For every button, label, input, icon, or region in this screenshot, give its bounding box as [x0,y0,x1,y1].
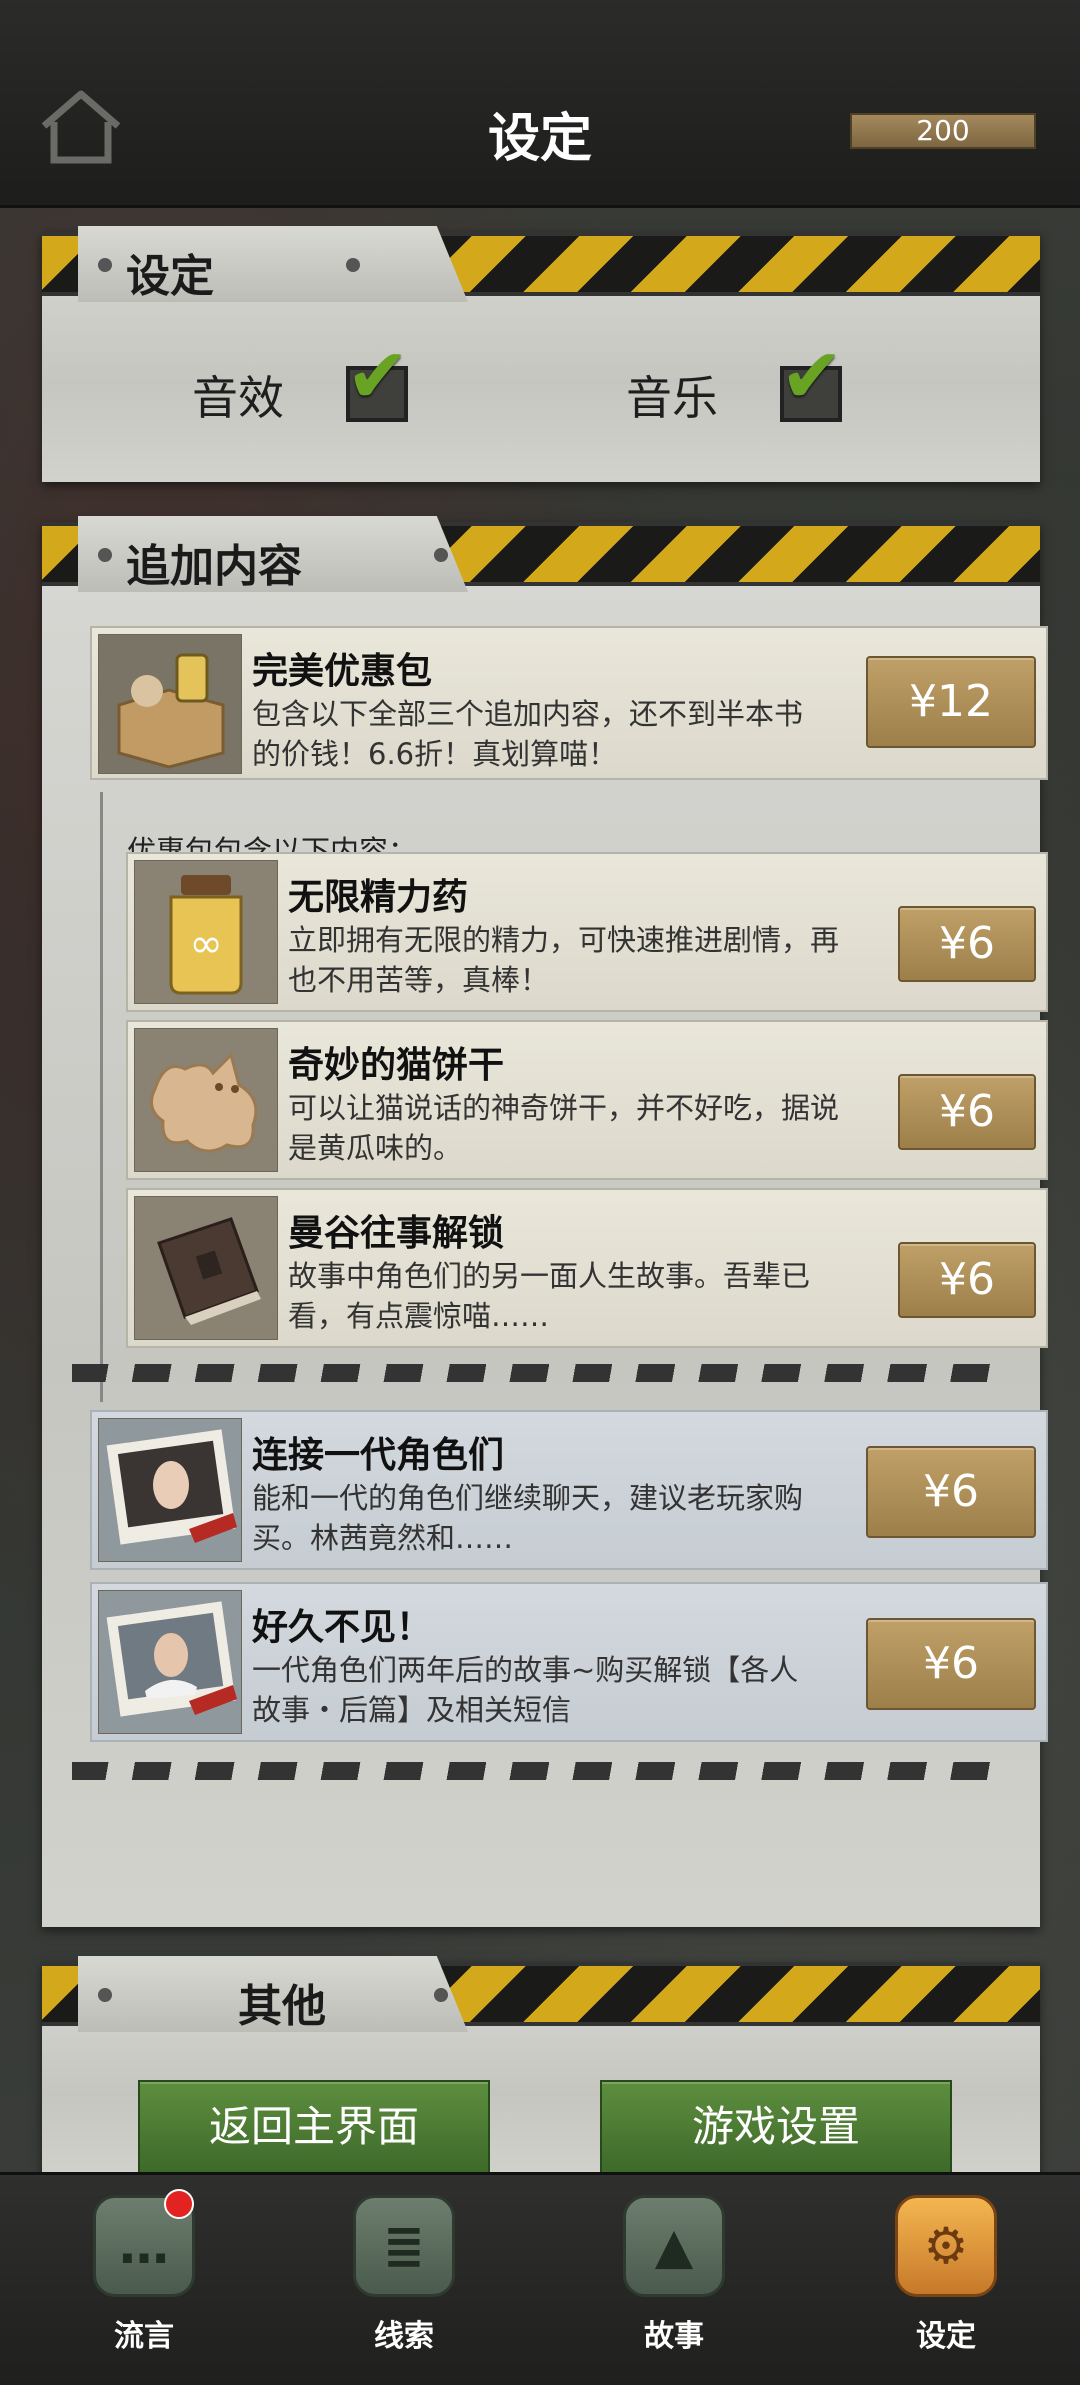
list-item[interactable]: 连接一代角色们 能和一代的角色们继续聊天，建议老玩家购买。林茜竟然和…… ¥6 [90,1410,1048,1570]
top-bar: 设定 200 [0,0,1080,208]
nav-item-rumors[interactable]: … 流言 [84,2189,204,2355]
panel-title: 设定 [126,251,214,302]
bundle-title: 完美优惠包 [252,651,433,692]
addons-panel: 追加内容 完美优惠包 包含以下全部三个追加内容，还不到半本书的价钱！6.6折！真… [42,516,1048,1927]
bundle-price-button[interactable]: ¥12 [866,656,1036,748]
photo-man-icon [98,1590,242,1734]
checkmark-icon: ✔ [346,331,410,420]
item-price-button[interactable]: ¥6 [866,1618,1036,1710]
list-item[interactable]: 奇妙的猫饼干 可以让猫说话的神奇饼干，并不好吃，据说是黄瓜味的。 ¥6 [126,1020,1048,1180]
item-price-button[interactable]: ¥6 [866,1446,1036,1538]
game-settings-button[interactable]: 游戏设置 [600,2080,952,2174]
nav-label: 线索 [374,2319,434,2354]
bundle-item[interactable]: 完美优惠包 包含以下全部三个追加内容，还不到半本书的价钱！6.6折！真划算喵！ … [90,626,1048,780]
svg-text:∞: ∞ [189,921,222,967]
bottom-nav: … 流言 ≣ 线索 ▲ 故事 ⚙ 设定 [0,2172,1080,2385]
item-description: 故事中角色们的另一面人生故事。吾辈已看，有点震惊喵…… [288,1259,811,1333]
notification-badge [164,2189,194,2219]
coin-counter: 200 [850,113,1036,149]
item-title: 好久不见！ [252,1607,433,1648]
tower-icon: ▲ [623,2195,725,2297]
rivet-icon [98,1988,112,2002]
music-checkbox[interactable]: ✔ [780,338,844,422]
rivet-icon [98,548,112,562]
item-price-button[interactable]: ¥6 [898,1242,1036,1318]
divider [72,1364,1010,1382]
item-description: 能和一代的角色们继续聊天，建议老玩家购买。林茜竟然和…… [252,1481,804,1555]
checkmark-icon: ✔ [780,331,844,420]
rivet-icon [434,1988,448,2002]
list-item[interactable]: ∞ 无限精力药 立即拥有无限的精力，可快速推进剧情，再也不用苦等，真棒！ ¥6 [126,852,1048,1012]
item-price-button[interactable]: ¥6 [898,1074,1036,1150]
nav-item-story[interactable]: ▲ 故事 [614,2195,734,2355]
list-item[interactable]: 好久不见！ 一代角色们两年后的故事~购买解锁【各人故事・后篇】及相关短信 ¥6 [90,1582,1048,1742]
panel-tab: 追加内容 [78,516,468,592]
rivet-icon [98,258,112,272]
item-title: 连接一代角色们 [252,1435,505,1476]
tree-connector [100,792,103,1402]
divider [72,1762,1010,1780]
back-to-main-button[interactable]: 返回主界面 [138,2080,490,2174]
gears-icon: ⚙ [895,2195,997,2297]
panel-tab: 其他 [78,1956,468,2032]
sound-label: 音效 [192,371,284,425]
nav-item-settings[interactable]: ⚙ 设定 [886,2195,1006,2355]
nav-label: 故事 [644,2319,704,2354]
sound-checkbox[interactable]: ✔ [346,338,410,422]
item-title: 曼谷往事解锁 [288,1213,505,1254]
panel-title: 其他 [238,1981,326,2032]
potion-jar-icon: ∞ [134,860,278,1004]
box-icon [98,634,242,774]
panel-tab: 设定 [78,226,468,302]
settings-panel: 设定 音效 ✔ 音乐 ✔ [42,226,1040,482]
rivet-icon [346,258,360,272]
cat-cookie-icon [134,1028,278,1172]
panel-title: 追加内容 [126,541,302,592]
item-title: 无限精力药 [288,877,469,918]
rivet-icon [434,548,448,562]
item-description: 可以让猫说话的神奇饼干，并不好吃，据说是黄瓜味的。 [288,1091,840,1165]
nav-item-clues[interactable]: ≣ 线索 [344,2195,464,2355]
bundle-description: 包含以下全部三个追加内容，还不到半本书的价钱！6.6折！真划算喵！ [252,697,804,771]
item-description: 一代角色们两年后的故事~购买解锁【各人故事・后篇】及相关短信 [252,1653,799,1727]
item-title: 奇妙的猫饼干 [288,1045,505,1086]
music-label: 音乐 [626,371,718,425]
scroll-icon: ≣ [353,2195,455,2297]
item-price-button[interactable]: ¥6 [898,906,1036,982]
item-description: 立即拥有无限的精力，可快速推进剧情，再也不用苦等，真棒！ [288,923,840,997]
list-item[interactable]: 曼谷往事解锁 故事中角色们的另一面人生故事。吾辈已看，有点震惊喵…… ¥6 [126,1188,1048,1348]
nav-label: 流言 [114,2319,174,2354]
nav-label: 设定 [916,2319,976,2354]
book-icon [134,1196,278,1340]
photo-woman-icon [98,1418,242,1562]
